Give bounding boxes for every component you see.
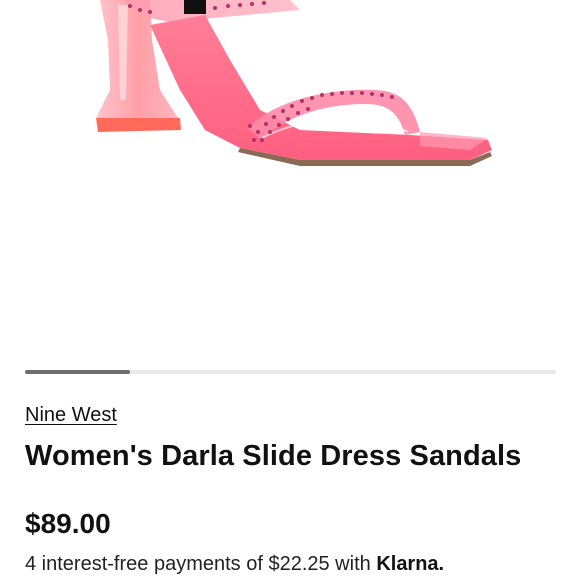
brand-link[interactable]: Nine West (25, 404, 117, 427)
product-image[interactable] (0, 0, 580, 350)
installment-amount: $22.25 (268, 553, 330, 575)
product-price: $89.00 (25, 508, 111, 539)
carousel-progress-thumb[interactable] (25, 370, 130, 374)
installment-prefix: 4 interest-free payments of (25, 553, 269, 575)
sandal-illustration (96, 0, 492, 166)
brand-label-patch (184, 0, 206, 14)
image-carousel-progress[interactable] (25, 370, 556, 374)
klarna-link[interactable]: Klarna. (376, 553, 444, 575)
heel-tip (96, 118, 181, 132)
product-page: Nine West Women's Darla Slide Dress Sand… (0, 0, 580, 580)
product-title: Women's Darla Slide Dress Sandals (25, 440, 522, 472)
installment-info: 4 interest-free payments of $22.25 with … (25, 553, 444, 576)
installment-middle: with (329, 553, 377, 575)
